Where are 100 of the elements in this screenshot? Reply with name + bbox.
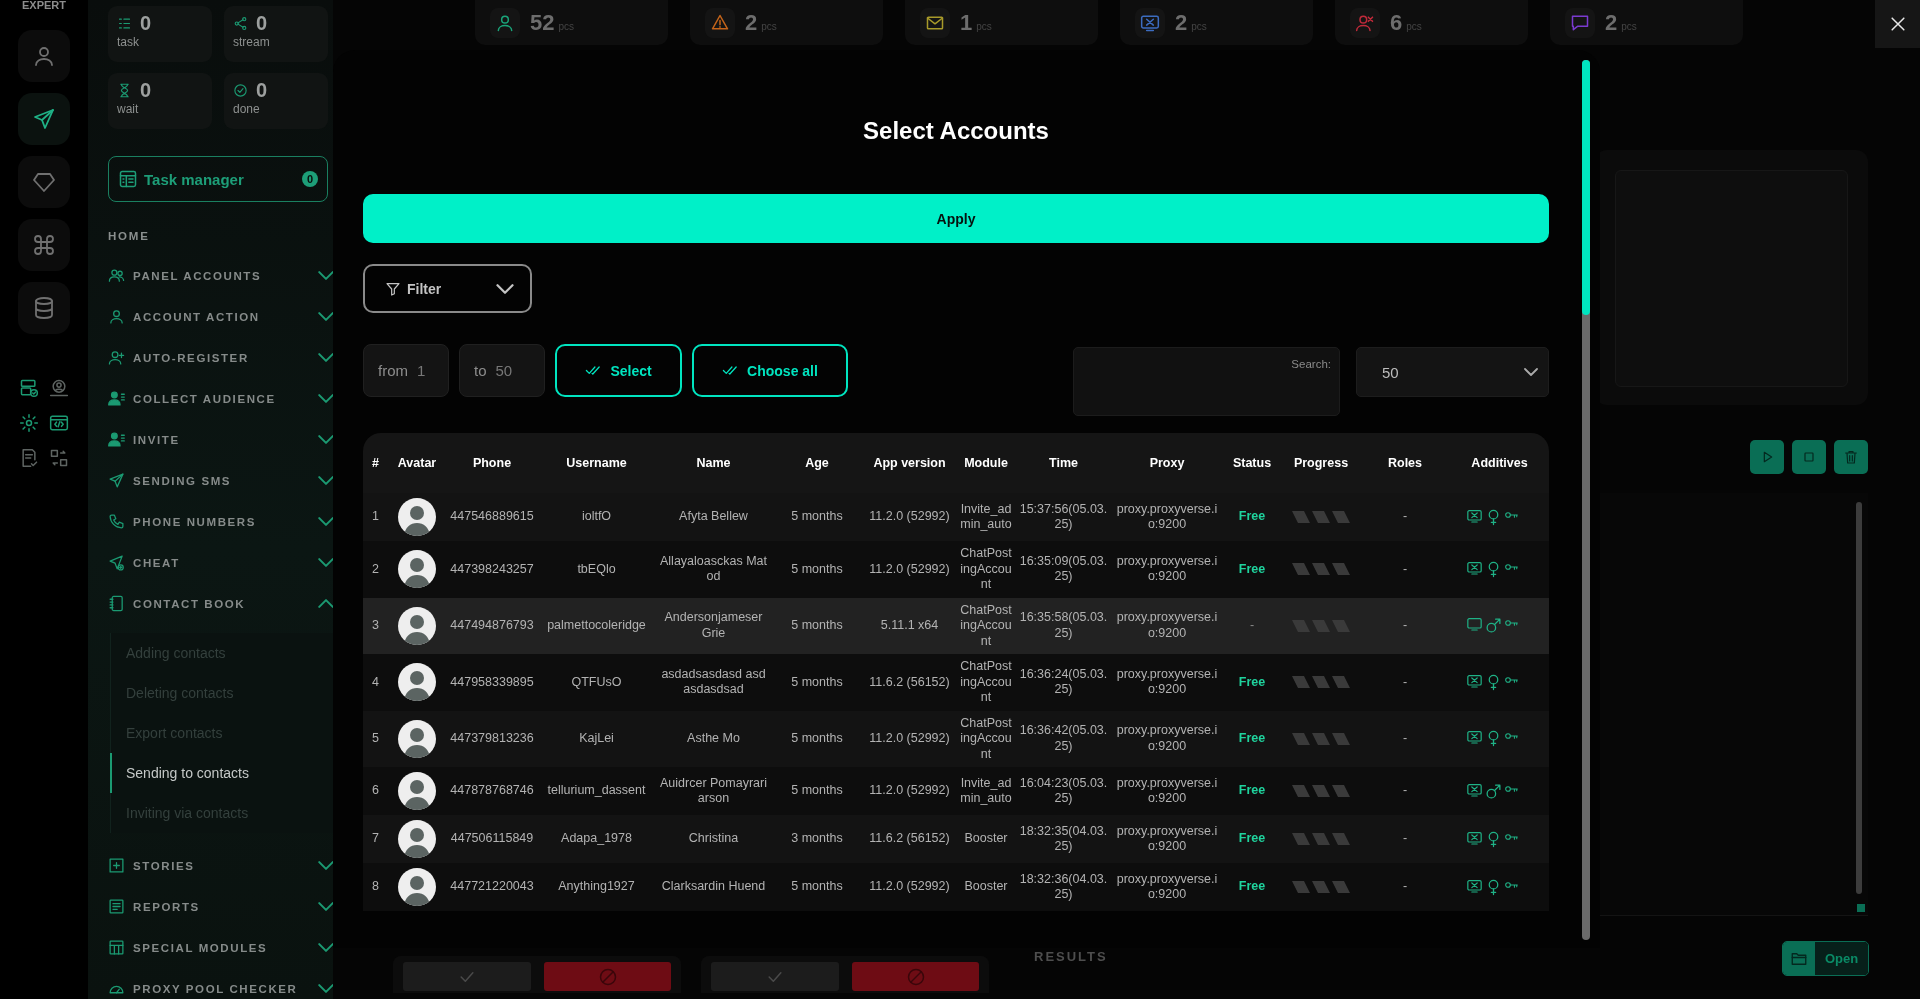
search-field[interactable]: Search: (1073, 347, 1340, 416)
column-header: App version (862, 433, 957, 493)
menu-group[interactable]: COLLECT AUDIENCE (108, 378, 334, 419)
table-cell: 15:37:56(05.03.25) (1015, 493, 1112, 541)
section-heading: HOME (108, 229, 151, 244)
dialog-title: Select Accounts (862, 116, 1050, 146)
menu-group[interactable]: CONTACT BOOK (108, 583, 334, 624)
nav-rail-button[interactable] (18, 156, 70, 208)
table-cell: 447878768746 (446, 767, 538, 815)
avatar-icon (398, 772, 436, 810)
section-heading: RESULTS (1034, 949, 1108, 964)
status-cell: Free (1222, 654, 1282, 711)
loading-stripes-icon (1292, 511, 1350, 523)
menu-group[interactable]: PANEL ACCOUNTS (108, 255, 334, 296)
scrollbar[interactable] (1856, 502, 1862, 894)
table-cell: 5 months (772, 654, 862, 711)
menu-group[interactable]: SPECIAL MODULES (108, 927, 334, 968)
funnel-icon (385, 280, 401, 297)
table-cell: 11.2.0 (52992) (862, 710, 957, 767)
status-cell: Free (1222, 541, 1282, 598)
table-cell: 16:35:58(05.03.25) (1015, 597, 1112, 654)
ban-icon (905, 966, 926, 987)
nav-rail-button[interactable] (18, 93, 70, 145)
row-number: 6 (363, 767, 388, 815)
column-header: Module (957, 433, 1015, 493)
status-cell: Free (1222, 710, 1282, 767)
counter-value: 2 (1605, 9, 1618, 36)
user-icon (32, 44, 56, 68)
table-cell: - (1360, 541, 1450, 598)
table-cell: 16:04:23(05.03.25) (1015, 767, 1112, 815)
apply-button[interactable]: Apply (363, 194, 1549, 243)
hourglass-icon (117, 82, 132, 98)
row-number: 7 (363, 815, 388, 863)
status-cell: Free (1222, 815, 1282, 863)
table-cell: 5 months (772, 863, 862, 911)
nav-rail-button[interactable] (18, 282, 70, 334)
select-button[interactable]: Select (555, 344, 682, 397)
menu-group[interactable]: STORIES (108, 845, 334, 886)
table-cell: 5.11.1 x64 (862, 597, 957, 654)
table-cell: Andersonjameser Grie (655, 597, 772, 654)
send-icon (108, 472, 125, 489)
swap-icon (49, 448, 69, 468)
send-plus-icon (108, 554, 125, 571)
menu-group[interactable]: ACCOUNT ACTION (108, 296, 334, 337)
column-header: # (363, 433, 388, 493)
scrollbar-thumb[interactable] (1582, 60, 1590, 315)
column-header: Progress (1282, 433, 1360, 493)
resize-handle[interactable] (1857, 904, 1865, 912)
nav-rail-button[interactable] (18, 219, 70, 271)
page-size-select[interactable]: 50 (1356, 347, 1549, 397)
plus-square-icon (108, 857, 125, 874)
table-cell: Auidrcer Pomayrariarson (655, 767, 772, 815)
table-cell: proxy.proxyverse.io:9200 (1112, 815, 1222, 863)
menu-group[interactable]: AUTO-REGISTER (108, 337, 334, 378)
table-cell: 447721220043 (446, 863, 538, 911)
choose-all-button[interactable]: Choose all (692, 344, 848, 397)
share-icon (233, 15, 248, 31)
task-manager-button[interactable]: Task manager 0 (108, 156, 328, 202)
notebook-icon (108, 595, 125, 612)
list-icon (117, 15, 132, 31)
table-cell: - (1360, 710, 1450, 767)
table-cell: Christina (655, 815, 772, 863)
table-cell: 447398243257 (446, 541, 538, 598)
menu-group[interactable]: SENDING SMS (108, 460, 334, 501)
menu-group[interactable]: PHONE NUMBERS (108, 501, 334, 542)
from-field[interactable]: from 1 (363, 344, 449, 397)
table-cell: QTFUsO (538, 654, 655, 711)
to-field[interactable]: to 50 (459, 344, 545, 397)
close-button[interactable] (1875, 0, 1920, 48)
table-cell: palmettocoleridge (538, 597, 655, 654)
delete-button[interactable] (1834, 440, 1868, 474)
open-button[interactable]: Open (1782, 941, 1869, 976)
counter-value: 52 (530, 9, 555, 36)
loading-stripes-icon (1292, 676, 1350, 689)
counter-value: 2 (1175, 9, 1188, 36)
menu-group[interactable]: REPORTS (108, 886, 334, 927)
table-cell: 11.6.2 (56152) (862, 815, 957, 863)
table-cell: 447506115849 (446, 815, 538, 863)
scrollbar[interactable] (1582, 60, 1590, 940)
stop-button[interactable] (1792, 440, 1826, 474)
avatar-icon (398, 550, 436, 589)
table-cell: Anything1927 (538, 863, 655, 911)
row-number: 2 (363, 541, 388, 598)
menu-group[interactable]: CHEAT (108, 542, 334, 583)
table-cell: ChatPostingAccount (957, 654, 1015, 711)
filter-dropdown[interactable]: Filter (363, 264, 532, 313)
column-header: Avatar (388, 433, 446, 493)
column-header: Roles (1360, 433, 1450, 493)
send-icon (32, 107, 56, 131)
menu-group[interactable]: INVITE (108, 419, 334, 460)
stat-label: wait (117, 102, 140, 116)
counter-value: 6 (1390, 9, 1403, 36)
play-button[interactable] (1750, 440, 1784, 474)
table-cell: Allayaloasckas Matod (655, 541, 772, 598)
table-icon (108, 939, 125, 956)
menu-group[interactable]: PROXY POOL CHECKER (108, 968, 334, 999)
nav-rail-button[interactable] (18, 30, 70, 82)
table-cell: asdadsasdasd asdasdasdsad (655, 654, 772, 711)
stop-icon (1801, 449, 1817, 465)
loading-stripes-icon (1292, 619, 1350, 632)
